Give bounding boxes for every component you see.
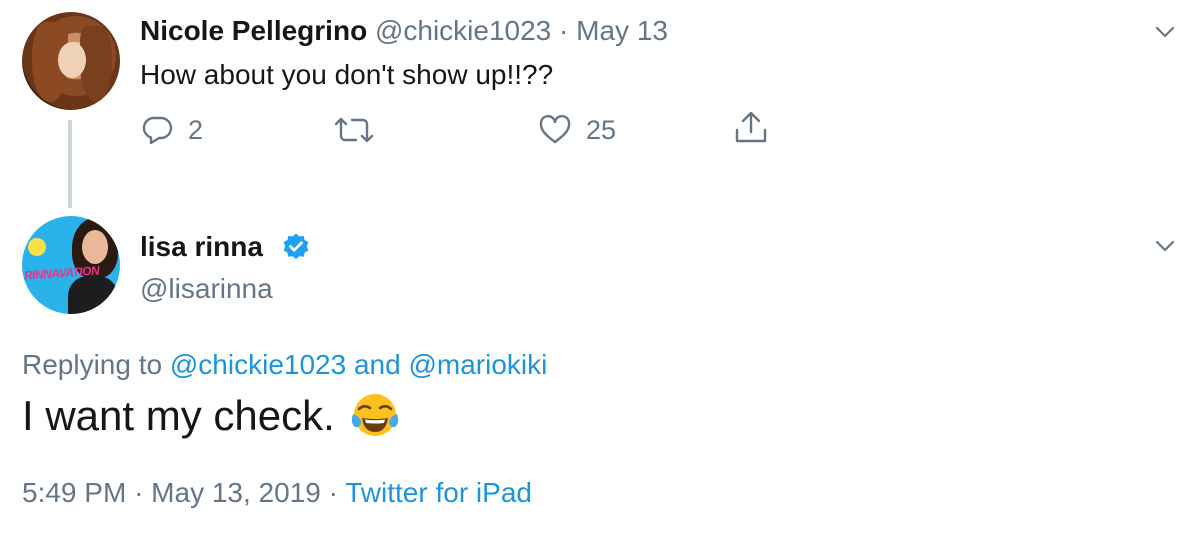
tweet-text: I want my check. — [22, 390, 401, 442]
parent-tweet-text: How about you don't show up!!?? — [140, 59, 554, 90]
retweet-icon — [334, 114, 374, 146]
tweet-time[interactable]: 5:49 PM — [22, 477, 126, 508]
avatar-lisa-rinna[interactable]: RINNAVATION — [22, 216, 120, 314]
tears-of-joy-emoji-icon — [349, 390, 401, 442]
share-button[interactable] — [734, 110, 768, 146]
chevron-down-icon[interactable] — [1153, 20, 1177, 44]
parent-tweet-header: Nicole Pellegrino @chickie1023 · May 13 — [140, 14, 668, 48]
like-count: 25 — [586, 115, 617, 145]
retweet-button[interactable] — [334, 114, 388, 146]
like-icon — [538, 114, 572, 146]
tweet-timestamp: 5:49 PM · May 13, 2019 · Twitter for iPa… — [22, 476, 532, 510]
replying-and[interactable]: and — [354, 349, 401, 380]
tweet-date[interactable]: May 13, 2019 — [151, 477, 321, 508]
reply-button[interactable]: 2 — [142, 114, 203, 146]
mention-link[interactable]: @chickie1023 — [170, 349, 346, 380]
reply-count: 2 — [188, 115, 204, 145]
author-name[interactable]: lisa rinna — [140, 230, 263, 264]
tweet-body: I want my check. — [22, 392, 335, 439]
thread-line — [68, 120, 72, 208]
author-handle[interactable]: @lisarinna — [140, 272, 273, 306]
parent-tweet-date[interactable]: May 13 — [576, 15, 668, 46]
timestamp-separator: · — [328, 477, 338, 508]
parent-author-handle[interactable]: @chickie1023 — [375, 15, 551, 46]
parent-author-name[interactable]: Nicole Pellegrino — [140, 15, 367, 46]
avatar-nicole-pellegrino[interactable] — [22, 12, 120, 110]
tweet-source-link[interactable]: Twitter for iPad — [345, 477, 532, 508]
verified-badge-icon — [281, 232, 311, 262]
replying-to-line: Replying to @chickie1023 and @mariokiki — [22, 348, 547, 382]
header-separator: · — [559, 15, 569, 46]
timestamp-separator: · — [134, 477, 144, 508]
share-icon — [734, 110, 768, 146]
like-button[interactable]: 25 — [538, 114, 616, 146]
chevron-down-icon[interactable] — [1153, 234, 1177, 258]
mention-link[interactable]: @mariokiki — [408, 349, 547, 380]
reply-icon — [142, 114, 174, 146]
replying-prefix: Replying to — [22, 349, 163, 380]
